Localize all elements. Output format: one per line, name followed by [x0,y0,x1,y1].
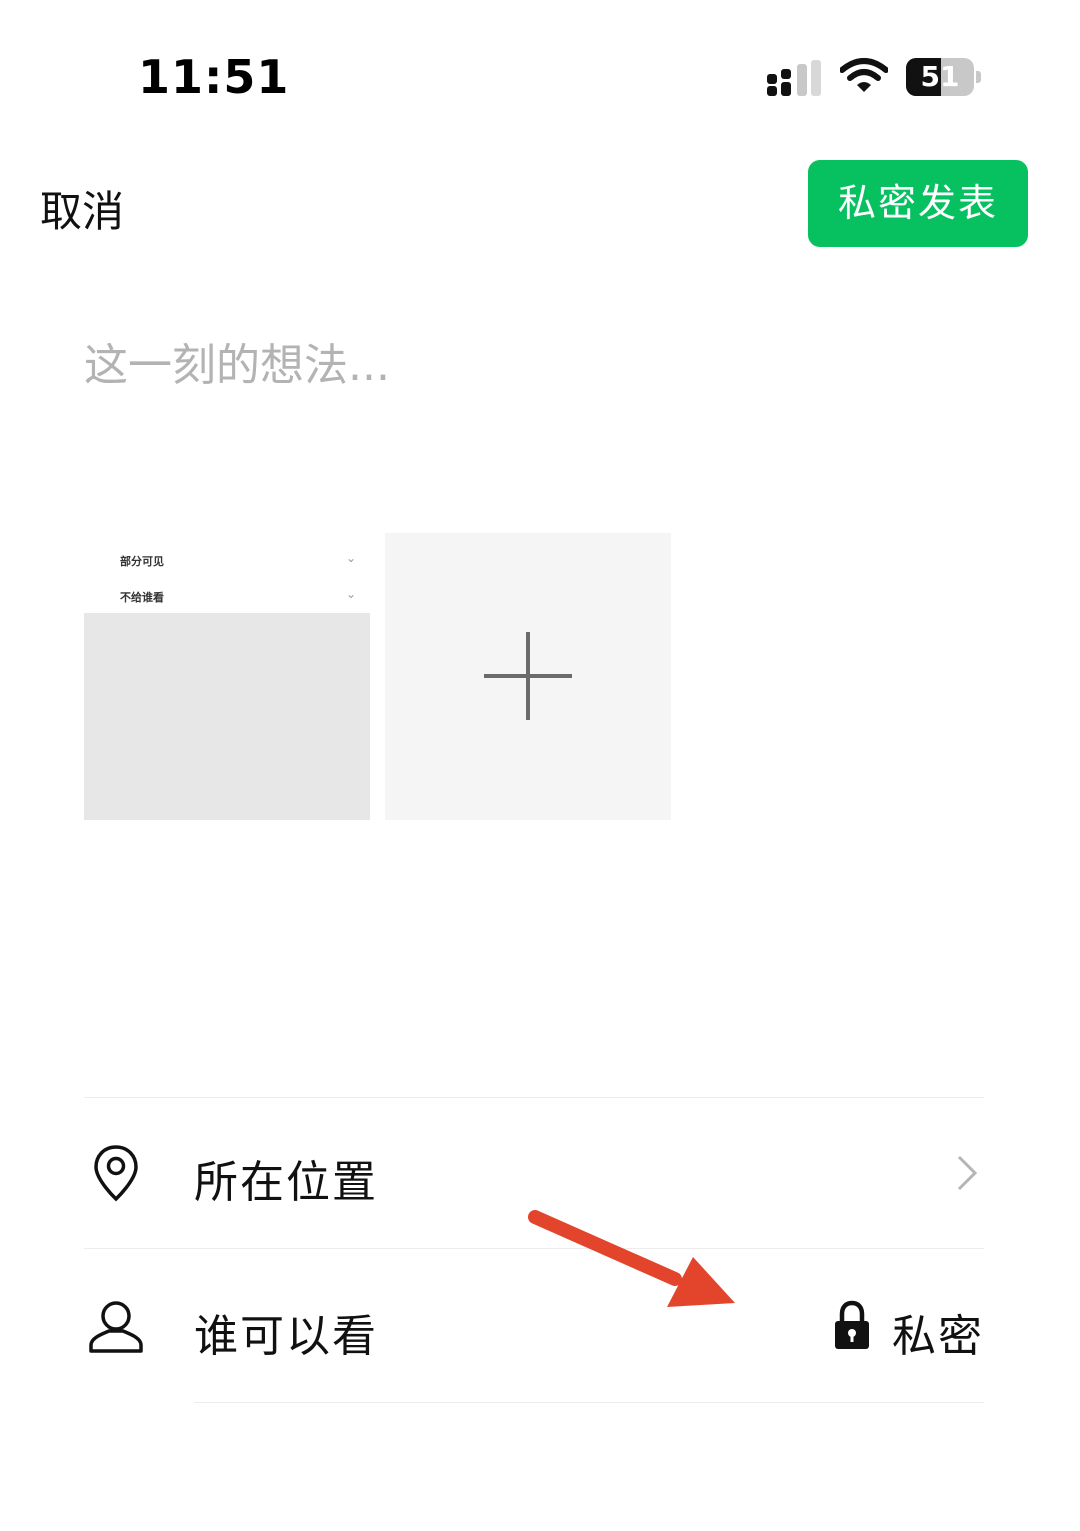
battery-icon: 51 [906,58,982,96]
signal-icon [767,60,821,96]
user-icon [89,1301,143,1353]
location-label: 所在位置 [194,1157,378,1208]
thumbnail-row-label: 部分可见 [120,555,164,568]
add-photo-button[interactable] [385,533,671,820]
visibility-value: 私密 [892,1311,984,1362]
photo-thumbnail[interactable]: 部分可见 ⌄ 不给谁看 ⌄ [84,533,370,820]
chevron-down-icon: ⌄ [346,587,357,601]
thumbnail-row-label: 不给谁看 [120,591,164,604]
status-time: 11:51 [138,50,290,104]
lock-icon [835,1300,869,1349]
chevron-down-icon: ⌄ [346,551,357,565]
wifi-icon [840,58,888,92]
thought-input[interactable] [84,330,984,400]
private-publish-button[interactable]: 私密发表 [808,160,1028,247]
annotation-arrow [528,1210,735,1307]
cancel-button[interactable]: 取消 [40,178,124,239]
chevron-right-icon [957,1155,978,1191]
divider [194,1402,984,1403]
visibility-label: 谁可以看 [194,1311,378,1362]
location-pin-icon [94,1145,138,1202]
battery-percent: 51 [920,60,960,93]
